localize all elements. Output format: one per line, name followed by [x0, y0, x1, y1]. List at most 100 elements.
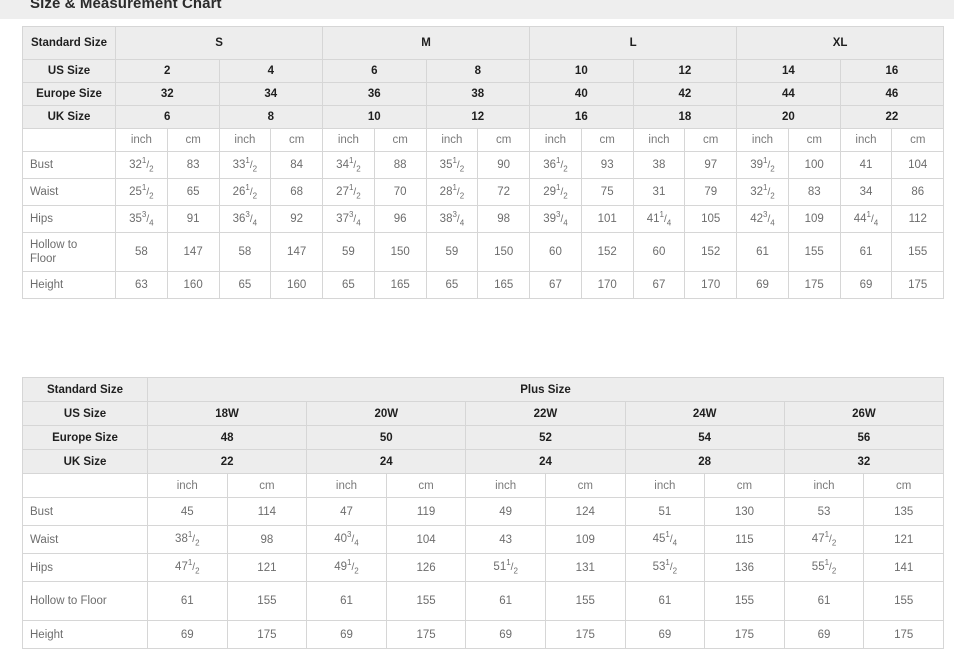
fraction-value: 511/2 [493, 558, 518, 576]
measure-value-cell: 109 [544, 525, 626, 554]
measure-value-cell: 65 [425, 271, 479, 299]
size-value-cell: 38 [425, 82, 531, 106]
measure-row-label: Hips [22, 205, 116, 233]
fraction-value: 341/2 [336, 155, 361, 174]
measure-value-cell: 84 [270, 151, 324, 179]
measure-value-cell: 321/2 [736, 178, 789, 206]
measure-value-cell: 403/4 [306, 525, 387, 554]
size-value-cell: 10 [322, 105, 427, 129]
measure-value-cell: 49 [465, 497, 546, 526]
unit-label-cm: cm [580, 128, 634, 152]
fraction-value: 351/2 [439, 155, 465, 174]
group-header-row: Standard Size S M L XL [22, 26, 945, 60]
size-value-cell: 56 [783, 425, 945, 450]
fraction-value: 423/4 [750, 209, 775, 228]
measure-value-cell: 147 [270, 232, 324, 272]
size-value-cell: 48 [146, 425, 308, 450]
measure-value-cell: 83 [787, 178, 841, 206]
measure-value-cell: 411/4 [632, 205, 686, 233]
size-row-uk-size: UK Size 22 24 24 28 32 [22, 449, 945, 474]
measure-row-hips: Hips 353/4 91 363/4 92 373/4 96 383/4 98 393/4 101… [22, 205, 945, 233]
unit-label-cm: cm [684, 128, 738, 152]
measure-value-cell: 281/2 [425, 178, 479, 206]
fraction-value: 251/2 [129, 182, 154, 201]
measure-value-cell: 67 [529, 271, 582, 299]
plus-size-table: Standard Size Plus Size US Size 18W 20W 22W 24… [22, 377, 945, 649]
measure-value-cell: 383/4 [425, 205, 479, 233]
measure-value-cell: 60 [632, 232, 686, 272]
measure-value-cell: 100 [787, 151, 841, 179]
measure-row-waist: Waist 381/2 98 403/4 104 43 109 451/4 115 471/2 12… [22, 525, 945, 554]
measure-value-cell: 131 [544, 553, 626, 582]
size-value-cell: 32 [783, 449, 945, 474]
measure-value-cell: 451/4 [624, 525, 706, 554]
measure-value-cell: 165 [477, 271, 531, 299]
size-group-s: S [114, 26, 324, 60]
measure-value-cell: 321/2 [115, 151, 168, 179]
measure-value-cell: 511/2 [465, 553, 546, 582]
measure-value-cell: 75 [580, 178, 634, 206]
measure-row-label: Hollow to Floor [22, 581, 148, 621]
measure-row-height: Height 63 160 65 160 65 165 65 165 67 170 67 170 69 17… [22, 271, 945, 299]
size-group-m: M [322, 26, 531, 60]
fraction-value: 491/2 [334, 558, 359, 576]
measure-value-cell: 155 [226, 581, 308, 621]
fraction-value: 551/2 [811, 558, 837, 576]
measure-value-cell: 59 [425, 232, 479, 272]
unit-label-inch: inch [322, 128, 375, 152]
measure-value-cell: 61 [839, 232, 893, 272]
measure-value-cell: 155 [544, 581, 626, 621]
size-value-cell: 18W [146, 401, 308, 426]
measure-value-cell: 331/2 [218, 151, 272, 179]
measure-row-hollow-to-floor: Hollow to Floor 61 155 61 155 61 155 61 155 61 155 [22, 581, 945, 621]
size-value-cell: 18 [632, 105, 738, 129]
size-value-cell: 22 [839, 105, 945, 129]
measure-value-cell: 31 [632, 178, 686, 206]
measure-value-cell: 61 [736, 232, 789, 272]
measure-value-cell: 119 [385, 497, 467, 526]
measure-value-cell: 471/2 [147, 553, 228, 582]
size-value-cell: 12 [632, 59, 738, 83]
size-value-cell: 46 [839, 82, 945, 106]
measure-value-cell: 61 [624, 581, 706, 621]
measure-value-cell: 90 [477, 151, 531, 179]
size-value-cell: 36 [322, 82, 427, 106]
measure-value-cell: 175 [226, 620, 308, 649]
measure-row-label: Waist [22, 178, 116, 206]
measure-value-cell: 363/4 [218, 205, 272, 233]
unit-label-inch: inch [115, 128, 168, 152]
measure-value-cell: 175 [385, 620, 467, 649]
measure-row-label: Height [22, 620, 148, 649]
size-value-cell: 26W [783, 401, 945, 426]
unit-label-inch: inch [147, 473, 228, 498]
size-row-label: UK Size [22, 105, 116, 129]
measure-value-cell: 38 [632, 151, 686, 179]
fraction-value: 403/4 [334, 530, 359, 548]
fraction-value: 411/4 [646, 209, 672, 228]
fraction-value: 391/2 [750, 155, 775, 174]
measure-value-cell: 69 [736, 271, 789, 299]
fraction-value: 361/2 [543, 155, 568, 174]
unit-label-cm: cm [704, 473, 785, 498]
measure-value-cell: 135 [863, 497, 945, 526]
measure-row-label: Waist [22, 525, 148, 554]
measure-value-cell: 41 [839, 151, 893, 179]
size-row-uk-size: UK Size 6 8 10 12 16 18 20 22 [22, 105, 945, 129]
measure-value-cell: 175 [863, 620, 945, 649]
unit-label-inch: inch [839, 128, 893, 152]
measure-value-cell: 70 [373, 178, 427, 206]
unit-label-cm: cm [270, 128, 324, 152]
unit-label-inch: inch [624, 473, 706, 498]
measure-value-cell: 175 [787, 271, 841, 299]
group-header-row: Standard Size Plus Size [22, 377, 945, 402]
measure-value-cell: 47 [306, 497, 387, 526]
size-value-cell: 8 [218, 105, 324, 129]
size-value-cell: 16 [529, 105, 634, 129]
measure-value-cell: 101 [580, 205, 634, 233]
unit-label-inch: inch [465, 473, 546, 498]
measure-value-cell: 391/2 [736, 151, 789, 179]
size-value-cell: 24 [465, 449, 626, 474]
measure-value-cell: 261/2 [218, 178, 272, 206]
measure-value-cell: 155 [385, 581, 467, 621]
unit-label-inch: inch [736, 128, 789, 152]
